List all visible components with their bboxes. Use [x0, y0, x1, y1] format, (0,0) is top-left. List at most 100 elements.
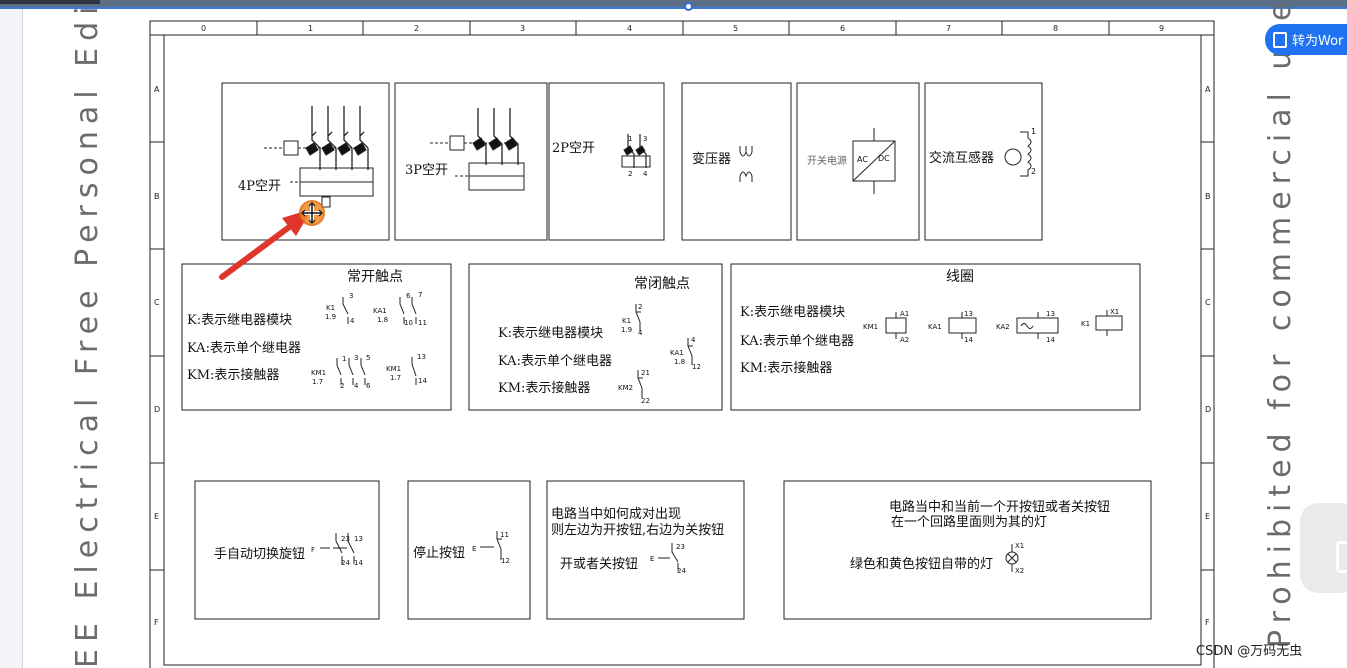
- no-km-desc: KM:表示接触器: [187, 367, 279, 383]
- coils-k-desc: K:表示继电器模块: [740, 305, 845, 320]
- pair-line1: 电路当中如何成对出现: [551, 506, 681, 522]
- coils-ka-desc: KA:表示单个继电器: [740, 334, 854, 349]
- pair-line2: 则左边为开按钮,右边为关按钮: [551, 523, 724, 538]
- no-km1-ref: 1.7: [312, 378, 323, 386]
- onoff-n23: 23: [676, 543, 685, 551]
- current-transformer-label: 交流互感器: [929, 150, 994, 166]
- transformer-label: 变压器: [692, 151, 731, 167]
- no-n14: 14: [418, 377, 427, 385]
- coil-ka2-14: 14: [1046, 336, 1055, 344]
- col-label: 8: [1053, 24, 1058, 33]
- row-label: B: [154, 192, 160, 201]
- no-ka1-ref: 1.8: [377, 316, 388, 324]
- nc-ka-desc: KA:表示单个继电器: [498, 354, 612, 369]
- box-switch-psu[interactable]: AC DC 开关电源: [796, 82, 920, 241]
- lamp-line1: 电路当中和当前一个开按钮或者关按钮: [889, 499, 1110, 515]
- col-label: 0: [201, 24, 206, 33]
- csdn-credit: CSDN @万码无虫: [1196, 644, 1303, 659]
- coil-k1: K1: [1081, 320, 1090, 328]
- coils-km-desc: KM:表示接触器: [740, 360, 832, 376]
- col-label: 1: [308, 24, 313, 33]
- col-label: 9: [1159, 24, 1164, 33]
- no-ka1: KA1: [373, 307, 387, 315]
- psu-ac-label: AC: [857, 155, 868, 164]
- selector-n24: 24: [341, 559, 350, 567]
- row-label: D: [154, 405, 160, 414]
- no-n4: 4: [350, 317, 355, 325]
- box-transformer[interactable]: 变压器: [681, 82, 792, 241]
- box-current-transformer[interactable]: 1 2 交流互感器: [924, 82, 1043, 241]
- nc-km2: KM2: [618, 384, 633, 392]
- coil-ka1: KA1: [928, 323, 942, 331]
- nc-n2: 2: [638, 303, 642, 311]
- box-on-off-button[interactable]: 电路当中如何成对出现 则左边为开按钮,右边为关按钮 开或者关按钮 E 23 24: [546, 480, 745, 620]
- no-n2: 2: [340, 382, 344, 390]
- col-label: 3: [520, 24, 525, 33]
- row-label: A: [154, 85, 160, 94]
- no-title: 常开触点: [347, 269, 403, 285]
- row-label: E: [1205, 512, 1210, 521]
- box-stop-button[interactable]: 停止按钮 E 11 12: [407, 480, 531, 620]
- coil-x1: X1: [1110, 308, 1119, 316]
- selector-n23: 23: [341, 535, 350, 543]
- onoff-prefix: E: [650, 555, 654, 563]
- nc-km-desc: KM:表示接触器: [498, 380, 590, 396]
- nc-k1-ref: 1.9: [621, 326, 632, 334]
- psu-dc-label: DC: [878, 154, 890, 163]
- nc-k-desc: K:表示继电器模块: [498, 326, 603, 341]
- row-label: B: [1205, 192, 1211, 201]
- nc-n4b: 4: [691, 336, 696, 344]
- on-off-label: 开或者关按钮: [560, 557, 638, 572]
- no-n13: 13: [417, 353, 426, 361]
- coil-ka1-14: 14: [964, 336, 973, 344]
- move-cursor-icon: [299, 200, 325, 226]
- no-n11: 11: [418, 319, 427, 327]
- box-nc-contacts[interactable]: 常闭触点 K:表示继电器模块 KA:表示单个继电器 KM:表示接触器 K1 1.…: [468, 263, 723, 411]
- annotation-arrow: [219, 209, 312, 280]
- box-2p-breaker[interactable]: 1 3 2 4 2P空开: [548, 82, 665, 241]
- lamp-x1: X1: [1015, 542, 1024, 550]
- row-label: E: [154, 512, 159, 521]
- box-selector-switch[interactable]: 手自动切换旋钮 F 23 13 24 14: [194, 480, 380, 620]
- no-n6: 6: [406, 292, 411, 300]
- stop-n12: 12: [501, 557, 510, 565]
- box-button-lamp[interactable]: 电路当中和当前一个开按钮或者关按钮 在一个回路里面则为其的灯 绿色和黄色按钮自带…: [783, 480, 1152, 620]
- stop-label: 停止按钮: [413, 545, 465, 561]
- col-label: 4: [627, 24, 632, 33]
- nc-ka1: KA1: [670, 349, 684, 357]
- selector-label: 手自动切换旋钮: [214, 547, 305, 562]
- nc-ka1-ref: 1.8: [674, 358, 685, 366]
- lamp-line2: 在一个回路里面则为其的灯: [891, 514, 1047, 530]
- no-ka-desc: KA:表示单个继电器: [187, 341, 301, 356]
- convert-to-word-button[interactable]: 转为Wor: [1265, 24, 1347, 55]
- stop-prefix: E: [472, 545, 476, 553]
- convert-button-label: 转为Wor: [1292, 34, 1344, 49]
- selector-n13: 13: [354, 535, 363, 543]
- no-n10: 10: [404, 319, 413, 327]
- no-km1b: KM1: [386, 365, 401, 373]
- ct-pin1: 1: [1031, 127, 1036, 136]
- schematic-drawing[interactable]: 0 1 2 3 4 5 6 7 8 9 A B C D E F A B C D …: [0, 0, 1347, 668]
- box-3p-breaker[interactable]: 3P空开: [394, 82, 548, 241]
- no-km1: KM1: [311, 369, 326, 377]
- box-no-contacts[interactable]: 常开触点 K:表示继电器模块 KA:表示单个继电器 KM:表示接触器 K1 1.…: [181, 263, 452, 411]
- col-label: 2: [414, 24, 419, 33]
- no-n1: 1: [342, 355, 346, 363]
- row-label: F: [1205, 618, 1210, 627]
- col-label: 7: [946, 24, 951, 33]
- onoff-n24: 24: [677, 567, 686, 575]
- breaker-4p-label: 4P空开: [238, 179, 281, 194]
- pin-label: 2: [628, 170, 632, 178]
- coil-km1: KM1: [863, 323, 878, 331]
- nc-title: 常闭触点: [634, 276, 690, 292]
- floating-assistant-icon[interactable]: [1300, 503, 1347, 593]
- lamp-x2: X2: [1015, 567, 1024, 575]
- box-coils[interactable]: 线圈 K:表示继电器模块 KA:表示单个继电器 KM:表示接触器 KM1 A1 …: [730, 263, 1141, 411]
- no-n3b: 3: [354, 354, 358, 362]
- pin-label: 3: [643, 135, 647, 143]
- nc-n12: 12: [692, 363, 701, 371]
- coils-title: 线圈: [946, 269, 974, 285]
- no-n3: 3: [349, 292, 353, 300]
- row-label: C: [154, 298, 160, 307]
- coil-a1: A1: [900, 310, 909, 318]
